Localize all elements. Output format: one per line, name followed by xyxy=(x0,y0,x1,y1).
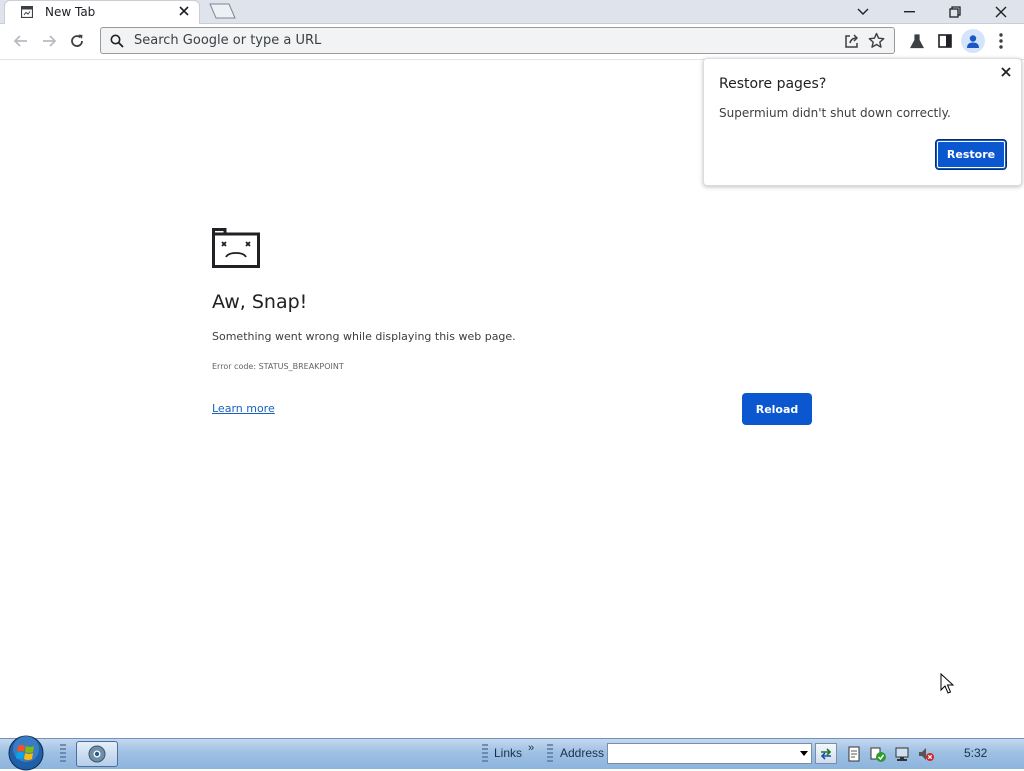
network-icon[interactable] xyxy=(894,746,910,762)
links-chevron[interactable]: » xyxy=(528,742,534,754)
error-code: Error code: STATUS_BREAKPOINT xyxy=(212,362,344,371)
omnibox-placeholder: Search Google or type a URL xyxy=(134,33,322,48)
tab-strip: New Tab xyxy=(0,0,1024,24)
menu-dots-icon xyxy=(999,33,1003,49)
reload-button[interactable]: Reload xyxy=(742,393,812,425)
minimize-icon xyxy=(903,10,915,12)
address-go-button[interactable] xyxy=(815,743,837,764)
error-message: Something went wrong while displaying th… xyxy=(212,330,516,343)
star-icon[interactable] xyxy=(868,32,885,49)
side-panel-button[interactable] xyxy=(933,29,957,53)
back-button[interactable] xyxy=(8,28,34,54)
lab-flask-icon xyxy=(910,33,924,48)
security-icon[interactable] xyxy=(870,746,886,762)
browser-toolbar: Search Google or type a URL xyxy=(0,24,1024,60)
taskbar-address-input[interactable] xyxy=(607,743,812,764)
learn-more-link[interactable]: Learn more xyxy=(212,402,275,415)
close-icon[interactable] xyxy=(177,4,191,18)
forward-arrow-icon xyxy=(43,35,57,47)
taskbar-supermium-button[interactable] xyxy=(76,741,118,767)
volume-muted-icon[interactable] xyxy=(918,746,934,762)
taskbar-clock[interactable]: 5:32 xyxy=(964,746,987,760)
minimize-button[interactable] xyxy=(886,0,932,23)
restore-window-button[interactable] xyxy=(932,0,978,23)
tab-new-tab[interactable]: New Tab xyxy=(4,0,200,24)
page-icon xyxy=(21,6,33,18)
share-icon[interactable] xyxy=(844,33,860,49)
tab-search-button[interactable] xyxy=(840,0,886,23)
labs-button[interactable] xyxy=(905,29,929,53)
error-heading: Aw, Snap! xyxy=(212,291,308,313)
close-icon[interactable] xyxy=(999,65,1013,79)
reload-icon xyxy=(71,34,83,47)
sad-tab-icon xyxy=(212,228,260,268)
restore-icon xyxy=(949,5,961,18)
dialog-title: Restore pages? xyxy=(719,76,827,92)
taskbar: Links » Address 5:32 xyxy=(0,735,1024,771)
profile-icon xyxy=(967,35,979,48)
address-grip[interactable] xyxy=(547,744,553,764)
restore-pages-dialog: Restore pages? Supermium didn't shut dow… xyxy=(703,58,1022,186)
supermium-app-icon xyxy=(88,745,106,763)
links-grip[interactable] xyxy=(482,744,488,764)
profile-button[interactable] xyxy=(961,29,985,53)
address-dropdown-button[interactable] xyxy=(797,744,811,763)
close-window-button[interactable] xyxy=(978,0,1024,23)
forward-button[interactable] xyxy=(36,28,62,54)
go-arrows-icon xyxy=(820,747,832,760)
menu-button[interactable] xyxy=(989,29,1013,53)
links-label: Links xyxy=(494,746,523,760)
chevron-down-icon xyxy=(800,751,808,756)
restore-button[interactable]: Restore xyxy=(935,139,1007,170)
reload-toolbar-button[interactable] xyxy=(64,28,90,54)
toolbar-grip[interactable] xyxy=(60,744,66,764)
side-panel-icon xyxy=(938,34,952,48)
mouse-cursor-icon xyxy=(940,673,954,694)
address-label: Address xyxy=(560,746,605,760)
document-icon[interactable] xyxy=(846,746,862,762)
back-arrow-icon xyxy=(13,35,27,47)
new-tab-icon[interactable] xyxy=(206,3,238,20)
search-icon xyxy=(110,34,124,48)
dialog-message: Supermium didn't shut down correctly. xyxy=(719,106,951,120)
windows-start-icon[interactable] xyxy=(7,735,45,771)
close-icon xyxy=(995,6,1007,17)
chevron-down-icon xyxy=(857,8,869,15)
omnibox[interactable]: Search Google or type a URL xyxy=(100,27,895,54)
tab-title: New Tab xyxy=(45,5,96,19)
